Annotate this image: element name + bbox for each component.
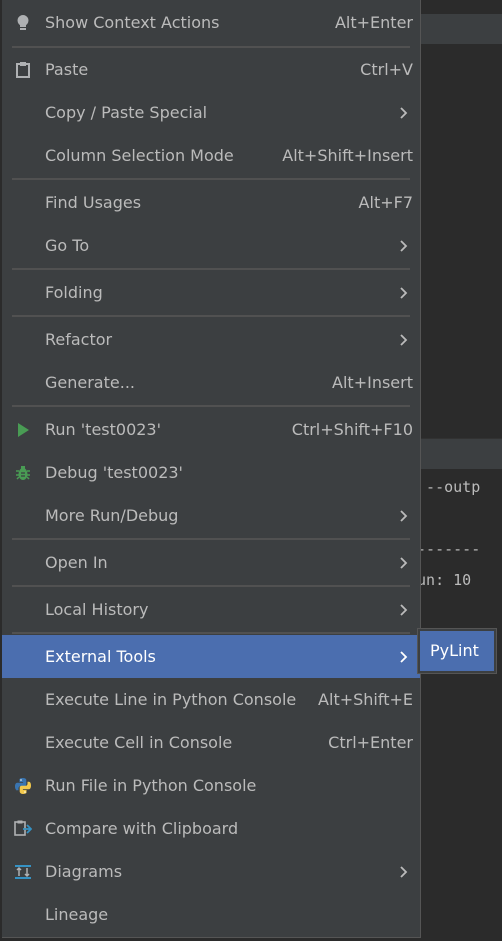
menu-item-label: Folding: [45, 283, 103, 302]
menu-item-more-run-debug[interactable]: More Run/Debug: [2, 494, 420, 537]
menu-item-label: Column Selection Mode: [45, 146, 234, 165]
menu-item-shortcut: Alt+Enter: [334, 13, 413, 32]
menu-separator: [12, 315, 410, 317]
lightbulb-icon: [13, 13, 33, 33]
menu-item-label: Execute Cell in Console: [45, 733, 233, 752]
menu-item-folding[interactable]: Folding: [2, 271, 420, 314]
menu-item-generate[interactable]: Generate... Alt+Insert: [2, 361, 420, 404]
menu-item-label: Run 'test0023': [45, 420, 162, 439]
chevron-right-icon: [400, 510, 408, 522]
menu-separator: [12, 405, 410, 407]
menu-separator: [12, 538, 410, 540]
menu-item-label: Local History: [45, 600, 149, 619]
menu-item-execute-cell-console[interactable]: Execute Cell in Console Ctrl+Enter: [2, 721, 420, 764]
menu-item-shortcut: Alt+Insert: [332, 373, 413, 392]
menu-item-label: Run File in Python Console: [45, 776, 257, 795]
context-menu: Show Context Actions Alt+Enter Paste Ctr…: [2, 0, 421, 938]
menu-item-compare-with-clipboard[interactable]: Compare with Clipboard: [2, 807, 420, 850]
debug-bug-icon: [13, 463, 33, 483]
menu-item-paste[interactable]: Paste Ctrl+V: [2, 48, 420, 91]
menu-item-external-tools[interactable]: External Tools: [2, 635, 420, 678]
menu-item-refactor[interactable]: Refactor: [2, 318, 420, 361]
menu-item-go-to[interactable]: Go To: [2, 224, 420, 267]
menu-item-execute-line-python-console[interactable]: Execute Line in Python Console Alt+Shift…: [2, 678, 420, 721]
menu-item-label: Refactor: [45, 330, 113, 349]
menu-item-label: Paste: [45, 60, 89, 79]
menu-item-shortcut: Alt+Shift+E: [318, 690, 413, 709]
menu-item-label: Diagrams: [45, 862, 123, 881]
menu-item-label: External Tools: [45, 647, 156, 666]
chevron-right-icon: [400, 107, 408, 119]
menu-item-label: Go To: [45, 236, 90, 255]
console-header: [420, 438, 502, 469]
menu-item-run-file-python-console[interactable]: Run File in Python Console: [2, 764, 420, 807]
menu-item-label: More Run/Debug: [45, 506, 179, 525]
menu-item-shortcut: Ctrl+Shift+F10: [291, 420, 413, 439]
chevron-right-icon: [400, 240, 408, 252]
submenu-item-label: PyLint: [430, 641, 479, 660]
menu-item-label: Debug 'test0023': [45, 463, 183, 482]
menu-item-shortcut: Ctrl+V: [360, 60, 413, 79]
menu-item-label: Copy / Paste Special: [45, 103, 208, 122]
menu-item-diagrams[interactable]: Diagrams: [2, 850, 420, 893]
menu-item-label: Execute Line in Python Console: [45, 690, 297, 709]
menu-item-label: Open In: [45, 553, 108, 572]
menu-separator: [12, 268, 410, 270]
compare-clipboard-icon: [13, 819, 33, 839]
menu-item-label: Show Context Actions: [45, 13, 220, 32]
menu-item-column-selection-mode[interactable]: Column Selection Mode Alt+Shift+Insert: [2, 134, 420, 177]
menu-separator: [12, 178, 410, 180]
menu-item-label: Generate...: [45, 373, 135, 392]
chevron-right-icon: [400, 557, 408, 569]
chevron-right-icon: [400, 866, 408, 878]
python-icon: [13, 776, 33, 796]
chevron-right-icon: [400, 651, 408, 663]
clipboard-icon: [13, 60, 33, 80]
diagram-icon: [13, 862, 33, 882]
menu-item-shortcut: Ctrl+Enter: [328, 733, 413, 752]
menu-item-local-history[interactable]: Local History: [2, 588, 420, 631]
run-icon: [13, 420, 33, 440]
menu-item-shortcut: Alt+F7: [358, 193, 413, 212]
menu-item-label: Lineage: [45, 905, 109, 924]
menu-item-open-in[interactable]: Open In: [2, 541, 420, 584]
chevron-right-icon: [400, 334, 408, 346]
external-tools-submenu: PyLint: [417, 628, 497, 674]
menu-separator: [12, 632, 410, 634]
menu-item-lineage[interactable]: Lineage: [2, 893, 420, 936]
menu-separator: [12, 585, 410, 587]
chevron-right-icon: [400, 604, 408, 616]
submenu-item-pylint[interactable]: PyLint: [420, 631, 494, 671]
menu-item-show-context-actions[interactable]: Show Context Actions Alt+Enter: [2, 1, 420, 44]
menu-item-copy-paste-special[interactable]: Copy / Paste Special: [2, 91, 420, 134]
menu-item-run[interactable]: Run 'test0023' Ctrl+Shift+F10: [2, 408, 420, 451]
editor-tab-strip: [420, 14, 502, 44]
menu-item-find-usages[interactable]: Find Usages Alt+F7: [2, 181, 420, 224]
menu-item-debug[interactable]: Debug 'test0023': [2, 451, 420, 494]
menu-item-label: Compare with Clipboard: [45, 819, 239, 838]
menu-item-shortcut: Alt+Shift+Insert: [282, 146, 413, 165]
chevron-right-icon: [400, 287, 408, 299]
menu-item-label: Find Usages: [45, 193, 142, 212]
